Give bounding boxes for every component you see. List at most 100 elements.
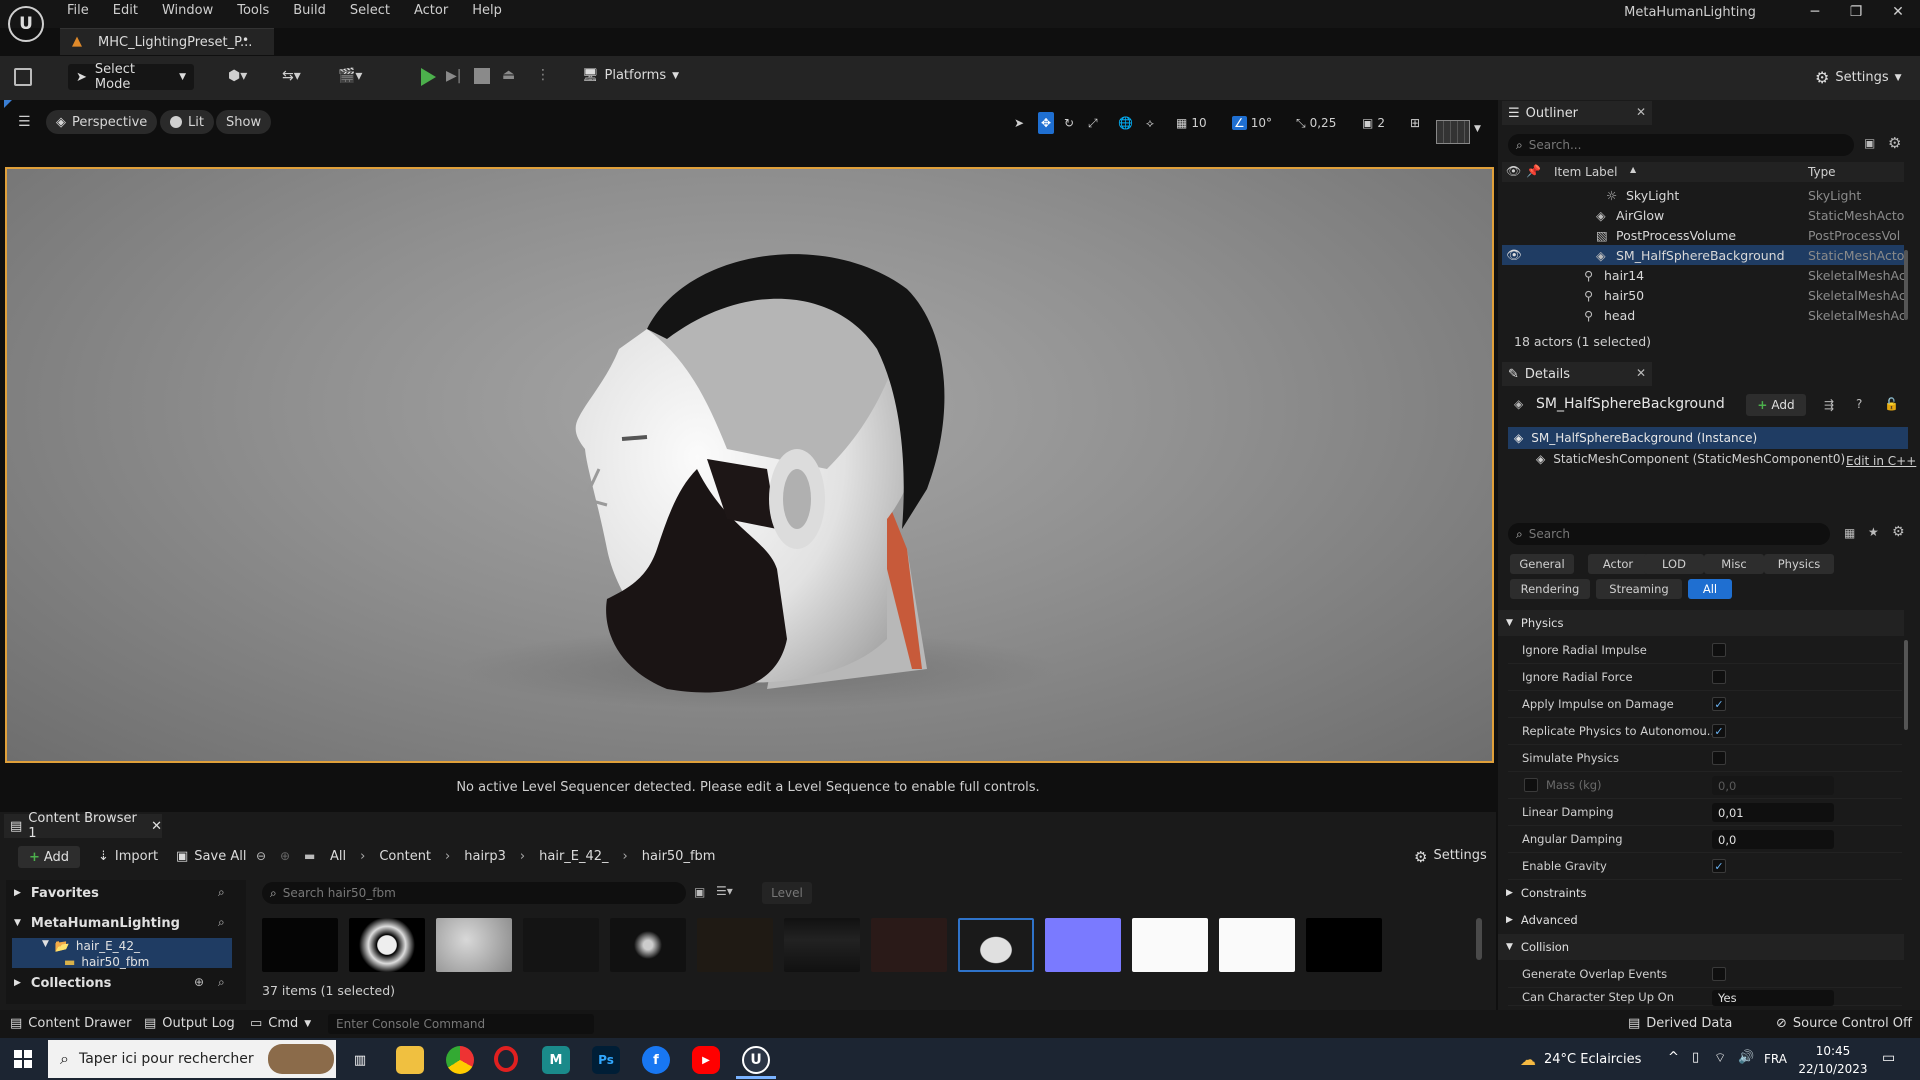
outliner-row[interactable]: 👁 ◈ SM_HalfSphereBackground StaticMeshActo xyxy=(1502,245,1904,265)
prop-checkbox[interactable] xyxy=(1712,670,1726,684)
asset-thumbnail[interactable] xyxy=(349,918,425,972)
platforms-dropdown[interactable]: 🖥 Platforms ▼ xyxy=(582,68,679,83)
opera-icon[interactable] xyxy=(494,1046,518,1072)
close-tab-icon[interactable]: ✕ xyxy=(151,819,162,834)
outliner-row[interactable]: ⚲ head SkeletalMeshAc xyxy=(1502,305,1904,325)
forward-icon[interactable]: ⊕ xyxy=(280,849,290,863)
close-tab-icon[interactable]: ✕ xyxy=(1636,105,1646,119)
chevron-up-icon[interactable]: ^ xyxy=(1668,1050,1679,1065)
star-icon[interactable]: ★ xyxy=(1868,525,1879,539)
show-button[interactable]: Show xyxy=(216,110,272,134)
breadcrumb-item[interactable]: hair50_fbm xyxy=(642,849,716,864)
asset-search-input[interactable]: ⌕ Search hair50_fbm xyxy=(262,882,686,904)
close-tab-icon[interactable]: ✕ xyxy=(1636,366,1646,380)
category-physics-button[interactable]: Physics xyxy=(1764,554,1834,574)
mass-override-checkbox[interactable] xyxy=(1524,778,1538,792)
asset-thumbnail[interactable] xyxy=(262,918,338,972)
outliner-row[interactable]: ☼ SkyLight SkyLight xyxy=(1502,185,1904,205)
level-tab[interactable]: ▲ MHC_LightingPreset_P... • xyxy=(60,28,274,55)
breadcrumb-item[interactable]: Content xyxy=(379,849,431,864)
tree-folder-hair-e42[interactable]: ▼ 📂 hair_E_42_ xyxy=(42,939,140,953)
level-filter-chip[interactable]: Level xyxy=(762,882,812,904)
edit-in-cpp-link[interactable]: Edit in C++ xyxy=(1846,454,1916,468)
category-lod-button[interactable]: LOD xyxy=(1644,554,1704,574)
asset-scrollbar[interactable] xyxy=(1476,918,1482,960)
restore-button[interactable]: ❐ xyxy=(1836,4,1876,26)
prop-checkbox[interactable] xyxy=(1712,751,1726,765)
close-window-button[interactable]: ✕ xyxy=(1878,4,1918,26)
rotate-tool-icon[interactable]: ↻ xyxy=(1064,112,1074,134)
component-row[interactable]: ◈ StaticMeshComponent (StaticMeshCompone… xyxy=(1536,452,1845,466)
maximize-viewport-icon[interactable]: ⊞ xyxy=(1410,112,1420,134)
breadcrumb-item[interactable]: hairp3 xyxy=(464,849,506,864)
category-rendering-button[interactable]: Rendering xyxy=(1510,579,1590,599)
outliner-row[interactable]: ⚲ hair50 SkeletalMeshAc xyxy=(1502,285,1904,305)
asset-thumbnail[interactable] xyxy=(1219,918,1295,972)
menu-build[interactable]: Build xyxy=(281,0,338,24)
task-view-icon[interactable]: ▥ xyxy=(346,1046,374,1074)
details-scrollbar[interactable] xyxy=(1904,640,1908,730)
menu-select[interactable]: Select xyxy=(338,0,402,24)
gear-icon[interactable]: ⚙ xyxy=(1892,524,1905,540)
prop-number-field[interactable]: 0,0 xyxy=(1712,776,1834,795)
asset-thumbnail[interactable] xyxy=(871,918,947,972)
facebook-icon[interactable]: f xyxy=(642,1046,670,1074)
grid-snap-toggle[interactable]: ▦ 10 xyxy=(1176,112,1207,134)
content-drawer-button[interactable]: ▤ Content Drawer xyxy=(10,1016,131,1031)
asset-thumbnail[interactable] xyxy=(436,918,512,972)
search-icon[interactable]: ⌕ xyxy=(218,975,225,990)
outliner-scrollbar[interactable] xyxy=(1904,250,1908,320)
col-item-label[interactable]: Item Label xyxy=(1554,165,1618,179)
instance-row[interactable]: ◈ SM_HalfSphereBackground (Instance) xyxy=(1508,427,1908,449)
advanced-section-header[interactable]: ▶ Advanced xyxy=(1498,907,1904,933)
search-icon[interactable]: ⌕ xyxy=(218,885,225,900)
asset-thumbnail[interactable] xyxy=(1132,918,1208,972)
world-local-icon[interactable]: 🌐 xyxy=(1118,112,1133,134)
cmd-dropdown[interactable]: ▭ Cmd ▼ xyxy=(250,1016,311,1031)
perspective-button[interactable]: ◈ Perspective xyxy=(46,110,158,134)
step-icon[interactable]: ▶| xyxy=(446,68,461,84)
search-icon[interactable]: ⌕ xyxy=(218,915,225,930)
gear-icon[interactable]: ⚙ xyxy=(1888,134,1901,152)
surface-snap-icon[interactable]: ⟡ xyxy=(1146,112,1154,134)
blueprint-icon[interactable]: ⇆▾ xyxy=(282,68,301,84)
unreal-logo-icon[interactable]: U xyxy=(8,6,44,42)
translate-tool-icon[interactable]: ✥ xyxy=(1038,112,1055,134)
generate-overlap-checkbox[interactable] xyxy=(1712,967,1726,981)
category-actor-button[interactable]: Actor xyxy=(1588,554,1648,574)
add-component-button[interactable]: + Add xyxy=(1746,394,1806,416)
console-input[interactable]: Enter Console Command xyxy=(328,1014,594,1034)
back-icon[interactable]: ⊖ xyxy=(256,849,266,863)
layout-icon[interactable] xyxy=(1436,120,1470,144)
physics-section-header[interactable]: ▼ Physics xyxy=(1498,610,1904,636)
can-step-up-dropdown[interactable]: Yes xyxy=(1712,990,1834,1006)
select-tool-icon[interactable]: ➤ xyxy=(1014,112,1024,134)
breadcrumb-item[interactable]: All xyxy=(330,849,346,864)
chrome-icon[interactable] xyxy=(446,1046,474,1074)
col-type[interactable]: Type xyxy=(1808,165,1836,179)
camera-speed-button[interactable]: ▣ 2 xyxy=(1362,112,1385,134)
import-button[interactable]: ⇣ Import xyxy=(98,849,158,864)
asset-thumbnail[interactable] xyxy=(610,918,686,972)
settings-dropdown[interactable]: ⚙ Settings ▼ xyxy=(1815,68,1902,87)
maya-icon[interactable]: M xyxy=(542,1046,570,1074)
device-icon[interactable]: ▯ xyxy=(1692,1050,1699,1065)
windows-start-icon[interactable] xyxy=(14,1050,32,1068)
scale-tool-icon[interactable]: ⤢ xyxy=(1088,112,1098,134)
category-streaming-button[interactable]: Streaming xyxy=(1596,579,1682,599)
asset-thumbnail[interactable] xyxy=(697,918,773,972)
menu-file[interactable]: File xyxy=(55,0,101,24)
outliner-tab[interactable]: ☰ Outliner xyxy=(1502,101,1652,125)
content-browser-tab[interactable]: ▤ Content Browser 1 ✕ xyxy=(4,811,162,841)
tree-folder-hair50[interactable]: ▬ hair50_fbm xyxy=(64,955,149,969)
asset-thumbnail[interactable] xyxy=(1306,918,1382,972)
add-actor-icon[interactable]: ⬢▾ xyxy=(228,68,247,84)
lit-button[interactable]: Lit xyxy=(160,110,214,134)
details-search-input[interactable]: ⌕ Search xyxy=(1508,523,1830,545)
play-button[interactable] xyxy=(418,66,438,88)
collections-header[interactable]: ▶ Collections xyxy=(14,976,111,991)
hamburger-menu-icon[interactable]: ☰ xyxy=(18,114,31,130)
cb-settings-button[interactable]: ⚙ Settings xyxy=(1414,848,1487,866)
scale-snap-toggle[interactable]: ⤡ 0,25 xyxy=(1296,112,1336,134)
prop-checkbox[interactable]: ✓ xyxy=(1712,697,1726,711)
